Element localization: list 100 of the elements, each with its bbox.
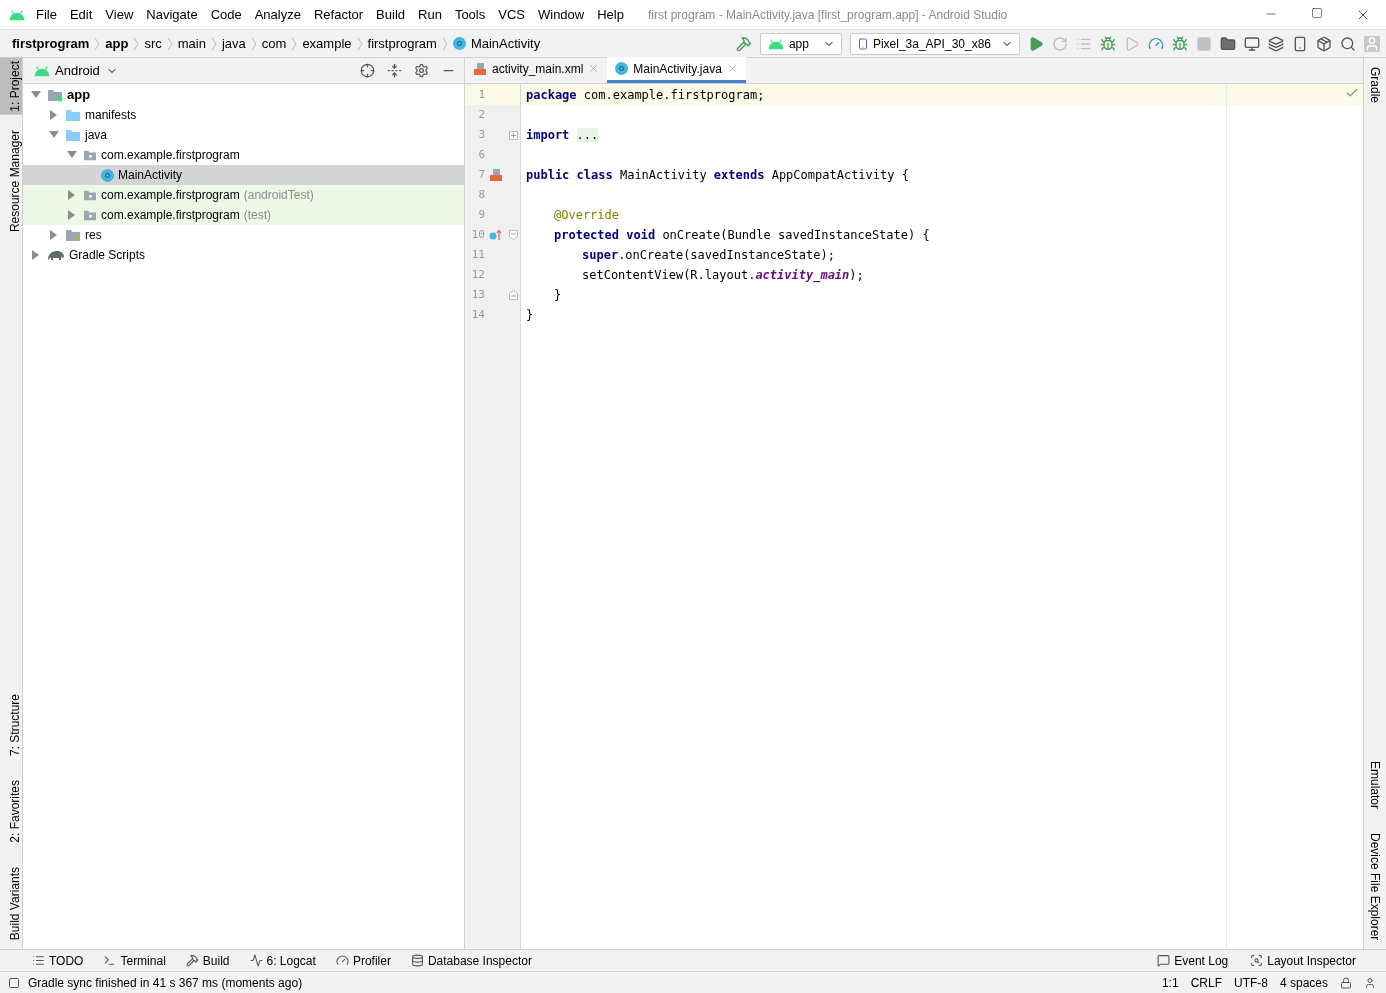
line-number: 6 <box>477 146 485 163</box>
close-tab-icon[interactable] <box>726 63 738 74</box>
hammer-icon[interactable] <box>735 35 752 52</box>
tree-item[interactable]: manifests <box>23 105 464 125</box>
code-line: import ... <box>526 127 599 144</box>
menu-item[interactable]: Code <box>210 4 242 25</box>
tool-window-tab[interactable]: 7: Structure <box>0 691 22 760</box>
collapse-arrow-icon[interactable] <box>31 90 41 100</box>
tool-window-tab[interactable]: 1: Project <box>0 58 22 115</box>
debug-icon[interactable] <box>1100 35 1116 52</box>
tree-item-label: java <box>85 127 107 144</box>
close-tab-icon[interactable] <box>588 63 600 74</box>
tool-window-tab[interactable]: 6: Logcat <box>249 951 316 970</box>
tool-window-tab[interactable]: Profiler <box>335 951 391 970</box>
profiler-icon[interactable] <box>1148 35 1164 52</box>
menu-item[interactable]: Run <box>418 4 442 25</box>
tool-window-tab[interactable]: Build Variants <box>0 863 22 943</box>
folder-icon <box>65 108 81 122</box>
expand-fold-icon[interactable] <box>508 130 518 140</box>
tool-window-tab[interactable]: Build <box>185 951 230 970</box>
gauge-icon <box>335 954 349 967</box>
breadcrumb[interactable]: java <box>221 33 246 54</box>
indent-setting[interactable]: 4 spaces <box>1279 973 1328 992</box>
menu-item[interactable]: Analyze <box>254 4 301 25</box>
chevron-separator-icon <box>133 36 140 51</box>
menu-item[interactable]: Help <box>597 4 624 25</box>
breadcrumb[interactable]: MainActivity <box>470 33 541 54</box>
menu-item[interactable]: Navigate <box>146 4 198 25</box>
layout-file-icon[interactable] <box>489 168 503 182</box>
tree-item-label: manifests <box>85 107 137 124</box>
tree-item[interactable]: com.example.firstprogram (androidTest) <box>23 185 464 205</box>
tool-window-tab[interactable]: Layout Inspector <box>1250 951 1356 970</box>
code-line: @Override <box>554 207 620 224</box>
project-view-dropdown[interactable]: Android <box>55 60 118 81</box>
menu-item[interactable]: Tools <box>454 4 486 25</box>
line-number: 8 <box>477 186 485 203</box>
menu-item[interactable]: Edit <box>69 4 93 25</box>
tree-item[interactable]: java <box>23 125 464 145</box>
locate-icon[interactable] <box>360 63 375 78</box>
menu-item[interactable]: Build <box>376 4 405 25</box>
tree-item[interactable]: com.example.firstprogram <box>23 145 464 165</box>
apply-changes-icon[interactable] <box>1052 35 1068 52</box>
list-icon <box>32 954 45 967</box>
chevron-separator-icon <box>441 36 448 51</box>
device-dropdown[interactable]: Pixel_3a_API_30_x86 <box>849 32 1020 55</box>
class-icon <box>452 37 466 50</box>
lock-icon[interactable] <box>1340 976 1352 989</box>
breadcrumb[interactable]: example <box>302 33 352 54</box>
breadcrumb[interactable]: main <box>177 33 206 54</box>
breadcrumb[interactable]: firstprogram <box>367 33 437 54</box>
chevron-separator-icon <box>356 36 363 51</box>
attach-debugger-icon[interactable] <box>1172 35 1188 52</box>
breadcrumb[interactable]: src <box>144 33 162 54</box>
tool-window-tab[interactable]: Device File Explorer <box>1360 829 1386 943</box>
tool-window-tab[interactable]: Emulator <box>1360 757 1386 812</box>
speech-bubble-icon <box>1157 954 1171 967</box>
tool-window-tab[interactable]: Resource Manager <box>0 126 22 235</box>
line-number: 14 <box>470 306 485 323</box>
fold-icon[interactable] <box>508 230 518 240</box>
menu-item[interactable]: File <box>36 4 57 25</box>
tool-window-tab[interactable]: TODO <box>32 951 84 970</box>
editor-tab[interactable]: activity_main.xml <box>465 57 608 83</box>
breadcrumb[interactable]: firstprogram <box>12 33 90 54</box>
caret-position[interactable]: 1:1 <box>1161 973 1179 992</box>
line-number: 10 <box>470 226 485 243</box>
tree-item[interactable]: res <box>23 225 464 245</box>
chevron-separator-icon <box>94 36 101 51</box>
tree-item[interactable]: app <box>23 85 464 105</box>
menu-item[interactable]: View <box>105 4 134 25</box>
tool-window-tab[interactable]: Database Inspector <box>410 951 532 970</box>
tool-window-tab[interactable]: Terminal <box>103 951 166 970</box>
tree-item[interactable]: com.example.firstprogram (test) <box>23 205 464 225</box>
file-encoding[interactable]: UTF-8 <box>1233 973 1268 992</box>
tool-window-tab[interactable]: Event Log <box>1157 951 1229 970</box>
breadcrumb[interactable]: com <box>261 33 287 54</box>
editor-tab[interactable]: MainActivity.java <box>607 57 746 83</box>
tool-window-tab[interactable]: 2: Favorites <box>0 777 22 846</box>
database-icon <box>410 954 424 967</box>
expand-arrow-icon[interactable] <box>49 110 59 120</box>
tree-item[interactable]: MainActivity <box>23 165 464 185</box>
collapse-all-icon[interactable] <box>387 63 402 78</box>
user-avatar-icon[interactable] <box>1364 35 1380 52</box>
search-icon[interactable] <box>1340 35 1356 52</box>
line-separator[interactable]: CRLF <box>1190 973 1222 992</box>
menu-item[interactable]: VCS <box>498 4 525 25</box>
run-icon[interactable] <box>1028 35 1044 52</box>
stop-icon[interactable] <box>1196 35 1212 52</box>
breadcrumb[interactable]: app <box>105 33 129 54</box>
chevron-separator-icon <box>291 36 298 51</box>
tree-item[interactable]: Gradle Scripts <box>23 245 464 265</box>
overrides-method-icon[interactable] <box>489 229 503 241</box>
menu-item[interactable]: Refactor <box>313 4 364 25</box>
run-config-dropdown[interactable]: app <box>759 32 842 55</box>
settings-icon[interactable] <box>414 63 429 78</box>
terminal-icon <box>103 954 117 967</box>
line-number: 12 <box>470 266 485 283</box>
menu-item[interactable]: Window <box>537 4 585 25</box>
tool-windows-toggle-icon[interactable] <box>8 976 20 989</box>
tool-window-tab[interactable]: Gradle <box>1360 64 1386 107</box>
fold-end-icon[interactable] <box>508 290 518 300</box>
